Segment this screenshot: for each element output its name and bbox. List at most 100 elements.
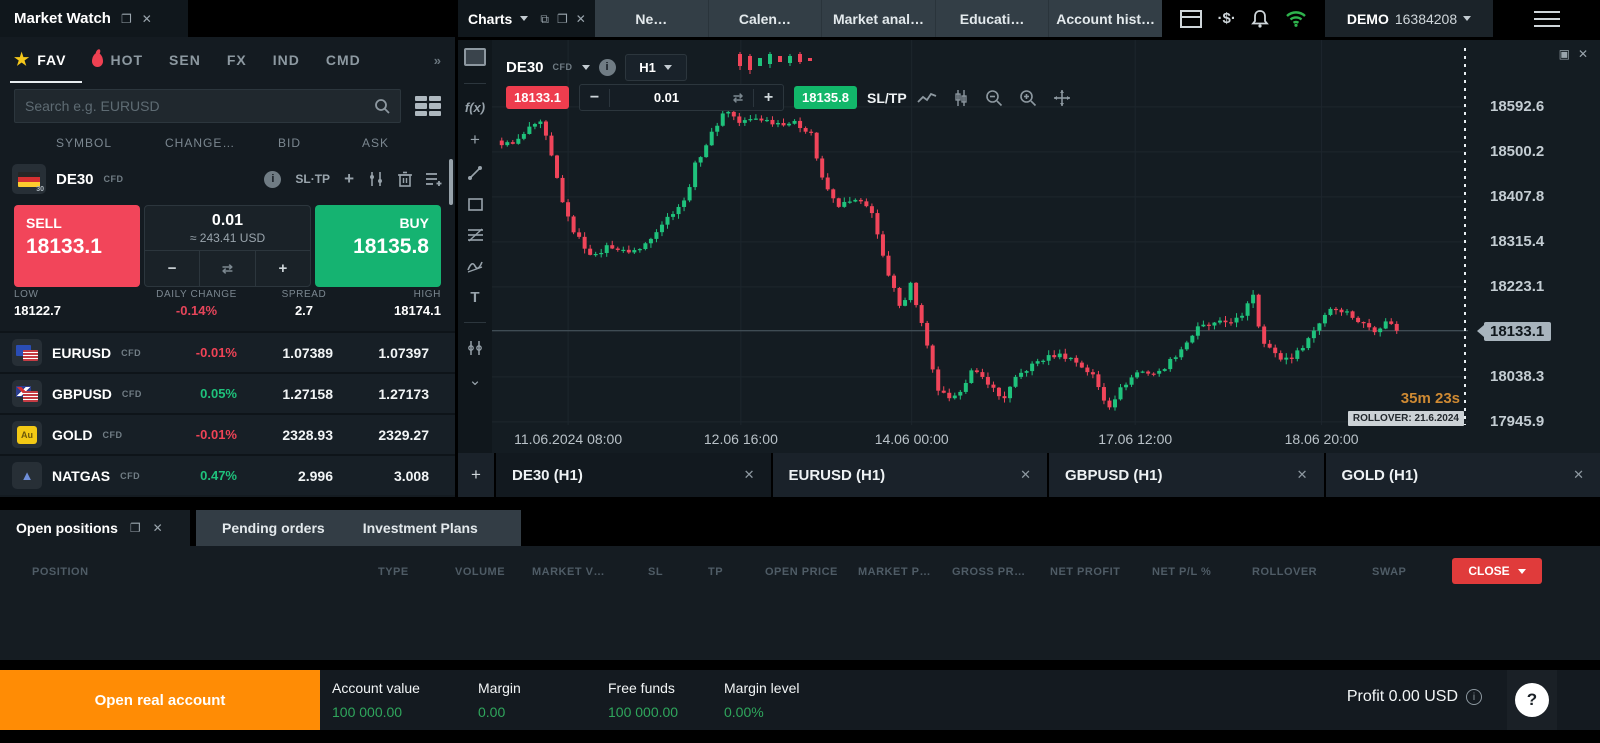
col-position[interactable]: POSITION [32, 566, 89, 578]
close-all-button[interactable]: CLOSE [1452, 558, 1542, 584]
quote-row-gold[interactable]: Au GOLD CFD -0.01% 2328.93 2329.27 [0, 413, 455, 454]
main-menu-button[interactable] [1493, 0, 1600, 37]
chart-tab-gold[interactable]: GOLD (H1) ✕ [1325, 453, 1600, 497]
layout-icon[interactable] [1179, 9, 1202, 28]
help-button[interactable]: ? [1515, 683, 1549, 717]
close-icon[interactable]: ✕ [1020, 467, 1031, 483]
sell-button[interactable]: SELL 18133.1 [14, 205, 140, 287]
col-market-price[interactable]: MARKET P… [858, 566, 931, 578]
open-real-account-button[interactable]: Open real account [0, 670, 320, 730]
col-ask[interactable]: ASK [362, 136, 389, 150]
chevron-down-icon[interactable] [581, 64, 590, 70]
info-icon[interactable]: i [598, 58, 616, 76]
line-chart-icon[interactable] [917, 91, 937, 105]
zoom-in-icon[interactable] [1019, 89, 1037, 107]
price-axis[interactable]: 18592.6 18500.2 18407.8 18315.4 18223.1 18133… [1468, 40, 1600, 430]
search-input[interactable] [25, 98, 374, 114]
search-icon[interactable] [374, 98, 390, 114]
col-market-value[interactable]: MARKET V… [532, 566, 605, 578]
trash-icon[interactable] [398, 171, 412, 187]
rectangle-tool-icon[interactable] [467, 198, 483, 211]
tab-fav[interactable]: ★ FAV [14, 50, 66, 70]
chart-symbol[interactable]: DE30 [506, 59, 544, 76]
popout-icon[interactable]: ❐ [121, 13, 132, 25]
tab-market-analysis[interactable]: Market anal… [822, 0, 936, 37]
close-icon[interactable]: ✕ [153, 522, 163, 534]
tab-sen[interactable]: SEN [169, 52, 201, 68]
tab-fx[interactable]: FX [227, 52, 247, 68]
quote-row-gbpusd[interactable]: GBPUSD CFD 0.05% 1.27158 1.27173 [0, 372, 455, 413]
volume-value[interactable]: 0.01 [145, 212, 310, 230]
col-gross-profit[interactable]: GROSS PR… [952, 566, 1026, 578]
playlist-add-icon[interactable] [426, 172, 443, 186]
ask-value[interactable]: 3.008 [394, 468, 429, 484]
chart-sell-badge[interactable]: 18133.1 [506, 86, 569, 109]
add-order-icon[interactable]: + [344, 169, 354, 189]
tab-hot[interactable]: HOT [92, 52, 143, 68]
close-icon[interactable]: ✕ [576, 13, 586, 25]
more-tabs-icon[interactable]: » [434, 53, 441, 68]
sltp-button[interactable]: SL·TP [295, 172, 330, 186]
maximize-icon[interactable]: ❐ [130, 522, 141, 534]
tab-calendar[interactable]: Calen… [709, 0, 823, 37]
col-rollover[interactable]: ROLLOVER [1252, 566, 1317, 578]
selected-symbol-row[interactable]: 30 DE30 CFD i SL·TP + [0, 159, 455, 205]
wifi-icon[interactable] [1285, 10, 1307, 27]
col-net-pl-pct[interactable]: NET P/L % [1152, 566, 1211, 578]
tab-news[interactable]: Ne… [595, 0, 709, 37]
close-icon[interactable]: ✕ [744, 467, 755, 483]
close-icon[interactable]: ✕ [142, 13, 152, 25]
col-symbol[interactable]: SYMBOL [56, 136, 112, 150]
volume-increase-button[interactable]: + [753, 88, 783, 107]
col-type[interactable]: TYPE [378, 566, 409, 578]
tab-investment-plans[interactable]: Investment Plans [363, 520, 478, 536]
volume-profile-icon[interactable] [467, 340, 483, 356]
chart-buy-badge[interactable]: 18135.8 [794, 86, 857, 109]
tab-education[interactable]: Educati… [936, 0, 1050, 37]
bid-value[interactable]: 2328.93 [282, 427, 333, 443]
tab-account-history[interactable]: Account hist… [1049, 0, 1162, 37]
close-icon[interactable]: ✕ [1297, 467, 1308, 483]
bid-value[interactable]: 2.996 [298, 468, 333, 484]
buy-button[interactable]: BUY 18135.8 [315, 205, 441, 287]
account-selector[interactable]: DEMO 16384208 [1325, 0, 1493, 37]
add-icon[interactable]: + [470, 131, 480, 148]
tab-cmd[interactable]: CMD [326, 52, 361, 68]
tab-open-positions[interactable]: Open positions ❐ ✕ [0, 510, 190, 546]
chevron-down-icon[interactable] [520, 16, 529, 21]
zoom-out-icon[interactable] [985, 89, 1003, 107]
ask-value[interactable]: 2329.27 [378, 427, 429, 443]
quote-row-eurusd[interactable]: EURUSD CFD -0.01% 1.07389 1.07397 [0, 331, 455, 372]
chart-sltp-button[interactable]: SL/TP [867, 90, 907, 106]
volatility-icon[interactable] [368, 171, 384, 187]
close-icon[interactable]: ✕ [1573, 467, 1584, 483]
chart-tab-gbpusd[interactable]: GBPUSD (H1) ✕ [1049, 453, 1326, 497]
bell-icon[interactable] [1251, 9, 1270, 28]
chart-tab-de30[interactable]: DE30 (H1) ✕ [496, 453, 773, 497]
maximize-icon[interactable]: ❐ [557, 13, 568, 25]
quote-row-natgas[interactable]: ▲ NATGAS CFD 0.47% 2.996 3.008 [0, 454, 455, 495]
chevron-down-icon[interactable]: ⌄ [469, 373, 482, 388]
volume-toggle-icon[interactable]: ⇄ [723, 91, 753, 105]
col-swap[interactable]: SWAP [1372, 566, 1406, 578]
indicator-fx-icon[interactable]: f(x) [465, 101, 485, 114]
minimize-icon[interactable]: ▣ [1559, 47, 1570, 61]
candles-icon[interactable] [953, 89, 969, 106]
tab-pending-orders[interactable]: Pending orders [222, 520, 325, 536]
bid-value[interactable]: 1.07389 [282, 345, 333, 361]
col-net-profit[interactable]: NET PROFIT [1050, 566, 1120, 578]
wave-tool-icon[interactable] [467, 259, 483, 273]
col-open-price[interactable]: OPEN PRICE [765, 566, 838, 578]
col-sl[interactable]: SL [648, 566, 663, 578]
timeframe-selector[interactable]: H1 [624, 53, 687, 81]
trendline-tool-icon[interactable] [467, 165, 483, 181]
col-volume[interactable]: VOLUME [455, 566, 505, 578]
bid-value[interactable]: 1.27158 [282, 386, 333, 402]
time-axis[interactable]: 11.06.2024 08:00 12.06 16:00 14.06 00:00 17… [492, 425, 1468, 453]
add-chart-tab-button[interactable]: + [458, 453, 496, 497]
fibonacci-tool-icon[interactable] [467, 228, 484, 242]
text-tool-icon[interactable]: T [470, 290, 479, 305]
scrollbar[interactable] [449, 159, 453, 205]
chart-volume-value[interactable]: 0.01 [610, 90, 723, 105]
volume-increase-button[interactable]: + [254, 251, 310, 286]
